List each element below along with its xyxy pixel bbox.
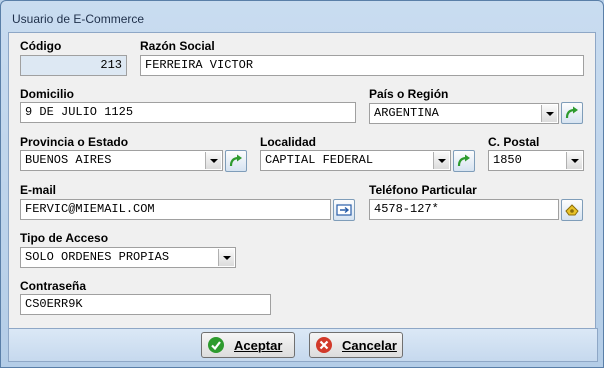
codigo-label: Código xyxy=(20,39,62,53)
cpostal-label: C. Postal xyxy=(488,135,540,149)
localidad-label: Localidad xyxy=(260,135,317,149)
accept-button-label: Aceptar xyxy=(234,338,283,353)
cancel-button[interactable]: Cancelar xyxy=(309,332,403,358)
pais-value: ARGENTINA xyxy=(374,106,439,120)
cpostal-select[interactable]: 1850 xyxy=(488,150,584,171)
razon-social-field[interactable]: FERREIRA VICTOR xyxy=(140,55,584,76)
localidad-value: CAPTIAL FEDERAL xyxy=(265,153,374,167)
pais-refresh-button[interactable] xyxy=(561,102,583,124)
phone-icon xyxy=(565,204,579,216)
codigo-field: 213 xyxy=(20,55,127,76)
razon-social-label: Razón Social xyxy=(140,39,215,53)
provincia-refresh-button[interactable] xyxy=(225,150,247,172)
green-arrow-refresh-icon xyxy=(565,106,578,119)
email-label: E-mail xyxy=(20,183,57,197)
tipo-acceso-label: Tipo de Acceso xyxy=(20,231,109,245)
email-action-button[interactable] xyxy=(333,199,355,221)
green-arrow-refresh-icon xyxy=(229,154,242,167)
pais-select[interactable]: ARGENTINA xyxy=(369,103,559,124)
telefono-label: Teléfono Particular xyxy=(369,183,477,197)
contrasena-field[interactable]: CS0ERR9K xyxy=(20,294,271,315)
green-arrow-refresh-icon xyxy=(457,154,470,167)
provincia-value: BUENOS AIRES xyxy=(25,153,112,167)
localidad-refresh-button[interactable] xyxy=(453,150,475,172)
cancel-button-label: Cancelar xyxy=(342,338,397,353)
tipo-acceso-select[interactable]: SOLO ORDENES PROPIAS xyxy=(20,247,236,268)
cpostal-value: 1850 xyxy=(493,153,522,167)
chevron-down-icon[interactable] xyxy=(218,249,234,266)
domicilio-label: Domicilio xyxy=(20,87,75,101)
accept-button[interactable]: Aceptar xyxy=(201,332,295,358)
green-check-icon xyxy=(208,337,224,353)
chevron-down-icon[interactable] xyxy=(205,152,221,169)
tipo-acceso-value: SOLO ORDENES PROPIAS xyxy=(25,250,170,264)
telefono-action-button[interactable] xyxy=(561,199,583,221)
chevron-down-icon[interactable] xyxy=(566,152,582,169)
provincia-select[interactable]: BUENOS AIRES xyxy=(20,150,223,171)
provincia-label: Provincia o Estado xyxy=(20,135,129,149)
form-panel xyxy=(8,32,596,330)
button-bar xyxy=(8,328,598,362)
localidad-select[interactable]: CAPTIAL FEDERAL xyxy=(260,150,451,171)
window-title: Usuario de E-Commerce xyxy=(12,12,145,26)
telefono-field[interactable]: 4578-127* xyxy=(369,199,559,220)
email-field[interactable]: FERVIC@MIEMAIL.COM xyxy=(20,199,331,220)
red-x-icon xyxy=(316,337,332,353)
domicilio-field[interactable]: 9 DE JULIO 1125 xyxy=(20,102,356,123)
chevron-down-icon[interactable] xyxy=(433,152,449,169)
email-send-icon xyxy=(336,204,352,216)
contrasena-label: Contraseña xyxy=(20,279,87,293)
pais-label: País o Región xyxy=(369,87,449,101)
chevron-down-icon[interactable] xyxy=(541,105,557,122)
title-bar: Usuario de E-Commerce xyxy=(1,1,603,33)
